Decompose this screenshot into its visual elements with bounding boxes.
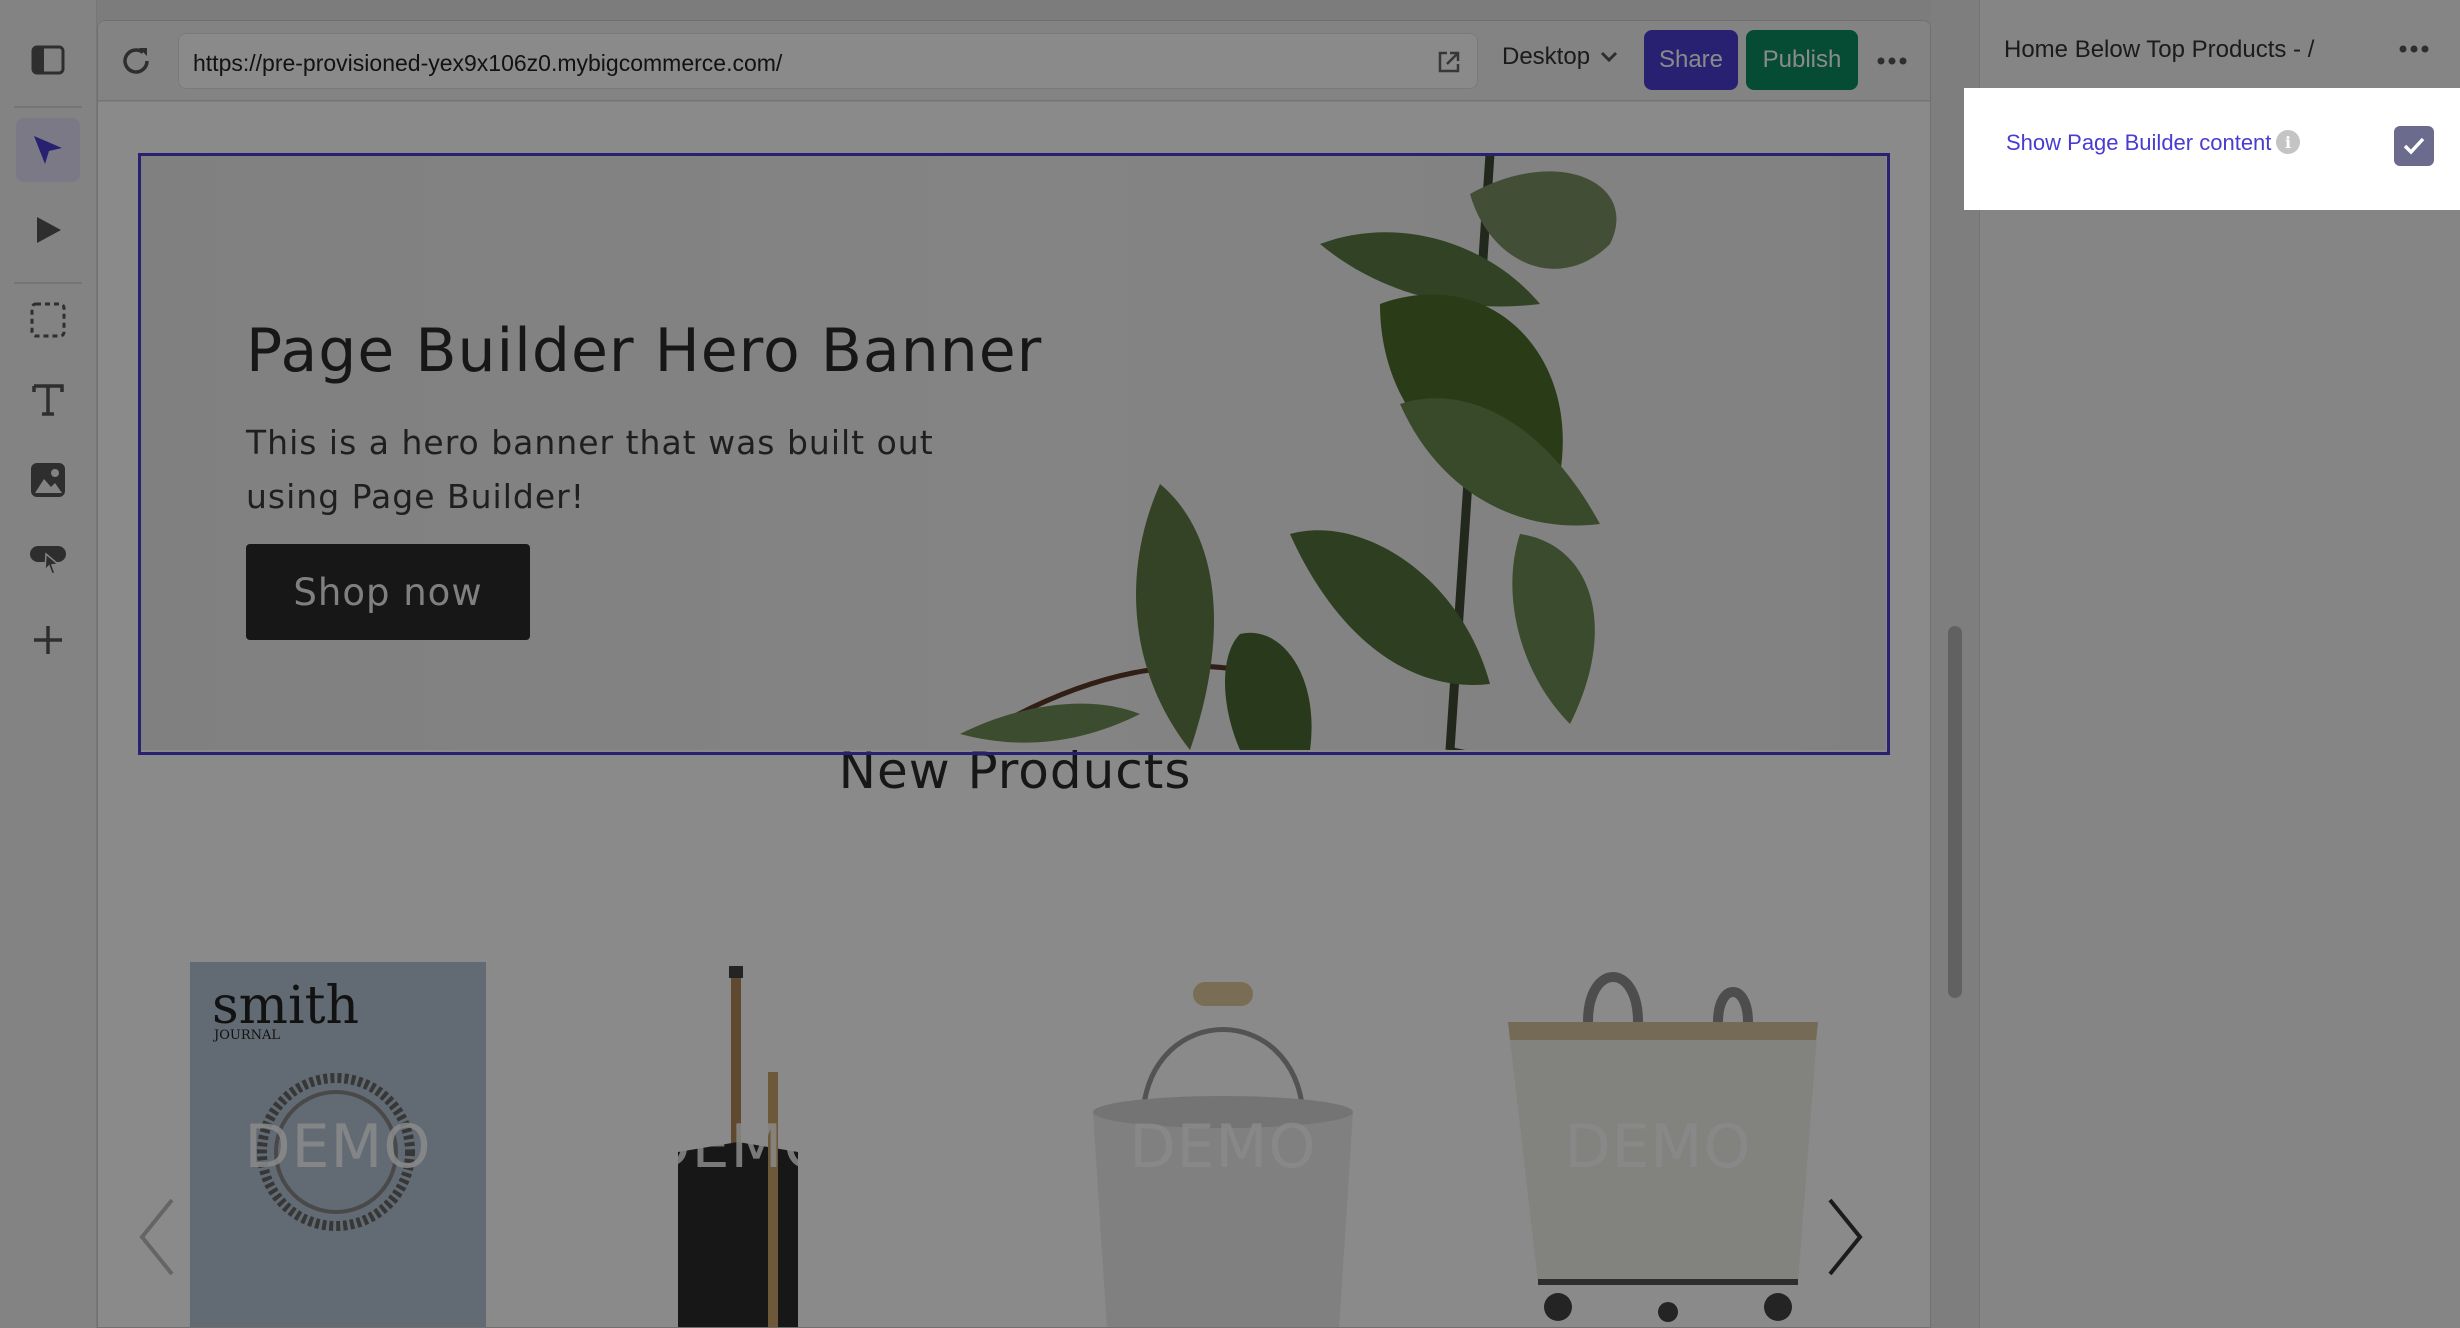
carousel-next-icon[interactable]	[1814, 1192, 1874, 1282]
hero-banner[interactable]: Page Builder Hero Banner This is a hero …	[140, 154, 1886, 750]
panel-title: Home Below Top Products - /	[2004, 36, 2315, 63]
product-card[interactable]: smith JOURNAL DEMO	[190, 962, 486, 1327]
shop-now-button[interactable]: Shop now	[246, 544, 530, 640]
show-page-builder-row[interactable]: Show Page Builder content i	[1964, 88, 2460, 210]
product-card[interactable]: DEMO	[618, 962, 858, 1327]
preview-play-icon[interactable]	[16, 198, 80, 262]
widget-tool-icon[interactable]	[16, 528, 80, 592]
image-tool-icon[interactable]	[16, 448, 80, 512]
product-card[interactable]: DEMO	[1488, 962, 1828, 1327]
product-card[interactable]: DEMO	[1073, 962, 1373, 1327]
reload-icon[interactable]	[112, 37, 160, 85]
url-bar[interactable]: https://pre-provisioned-yex9x106z0.mybig…	[178, 33, 1478, 89]
panel-toggle-icon[interactable]	[16, 28, 80, 92]
device-select[interactable]: Desktop	[1502, 43, 1618, 71]
page-canvas: Page Builder Hero Banner This is a hero …	[98, 102, 1930, 1327]
preview-browser: https://pre-provisioned-yex9x106z0.mybig…	[97, 20, 1931, 1328]
add-tool-icon[interactable]	[16, 608, 80, 672]
demo-watermark: DEMO	[1129, 1112, 1317, 1182]
demo-watermark: DEMO	[644, 1112, 832, 1182]
carousel-prev-icon[interactable]	[128, 1192, 188, 1282]
left-toolbar	[0, 0, 97, 1328]
external-link-icon[interactable]	[1435, 48, 1463, 76]
info-icon[interactable]: i	[2276, 130, 2300, 154]
url-text: https://pre-provisioned-yex9x106z0.mybig…	[193, 50, 783, 76]
publish-button[interactable]: Publish	[1746, 30, 1858, 90]
share-button[interactable]: Share	[1644, 30, 1738, 90]
select-tool-icon[interactable]	[16, 118, 80, 182]
show-page-builder-checkbox[interactable]	[2394, 126, 2434, 166]
more-options-icon[interactable]	[1872, 43, 1912, 79]
show-page-builder-label: Show Page Builder content	[2006, 130, 2272, 155]
text-tool-icon[interactable]	[16, 368, 80, 432]
device-select-value: Desktop	[1502, 43, 1591, 70]
demo-watermark: DEMO	[1564, 1112, 1752, 1182]
hero-text: This is a hero banner that was built out…	[246, 423, 934, 516]
browser-topbar: https://pre-provisioned-yex9x106z0.mybig…	[98, 21, 1930, 101]
hero-title: Page Builder Hero Banner	[246, 316, 1043, 386]
chevron-down-icon	[1600, 51, 1618, 63]
demo-watermark: DEMO	[244, 1112, 432, 1182]
region-select-icon[interactable]	[16, 288, 80, 352]
section-title: New Products	[838, 742, 1192, 800]
scrollbar-thumb[interactable]	[1948, 626, 1962, 998]
checkmark-icon	[2403, 137, 2425, 155]
more-options-icon[interactable]	[2394, 34, 2434, 64]
